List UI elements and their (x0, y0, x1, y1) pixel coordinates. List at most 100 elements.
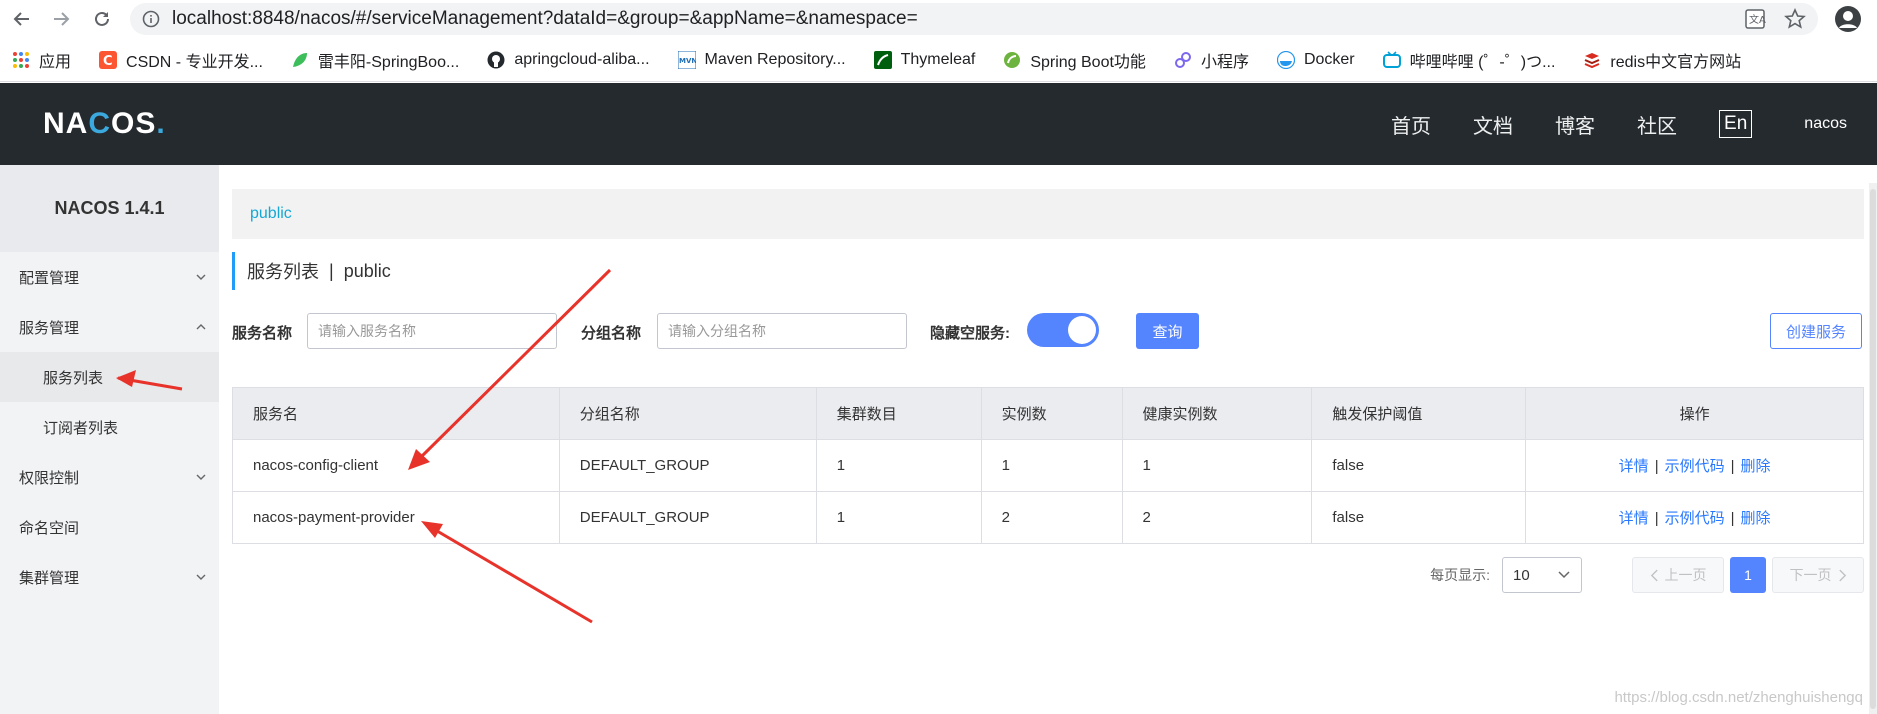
delete-link[interactable]: 删除 (1741, 510, 1771, 527)
detail-link[interactable]: 详情 (1619, 458, 1649, 475)
bookmark-thymeleaf[interactable]: Thymeleaf (873, 50, 975, 69)
sidebar-item-service-list[interactable]: 服务列表 (0, 352, 219, 402)
logo-part: OS (111, 107, 157, 140)
detail-link[interactable]: 详情 (1619, 510, 1649, 527)
sidebar-item-label: 权限控制 (19, 469, 80, 487)
bookmark-springboot[interactable]: Spring Boot功能 (1003, 48, 1146, 72)
cell-operations: 详情 | 示例代码 | 删除 (1525, 439, 1864, 492)
bookmark-label: 小程序 (1200, 53, 1249, 71)
create-service-button[interactable]: 创建服务 (1770, 313, 1862, 349)
info-icon[interactable] (142, 10, 160, 28)
scrollbar-thumb[interactable] (1870, 189, 1876, 709)
bookmark-leifengyang[interactable]: 雷丰阳-SpringBoo... (291, 48, 459, 72)
logo-part: C (88, 107, 112, 140)
nav-blog[interactable]: 博客 (1555, 110, 1595, 139)
next-page-button[interactable]: 下一页 (1772, 557, 1864, 593)
chevron-up-icon (196, 324, 206, 330)
sample-code-link[interactable]: 示例代码 (1665, 458, 1725, 475)
user-name[interactable]: nacos (1804, 115, 1847, 133)
nav-docs[interactable]: 文档 (1473, 110, 1513, 139)
cell-threshold: false (1311, 491, 1527, 544)
bookmark-miniprogram[interactable]: 小程序 (1174, 48, 1249, 72)
group-name-input[interactable] (657, 313, 907, 349)
page-size-value: 10 (1513, 566, 1530, 584)
address-bar[interactable]: localhost:8848/nacos/#/serviceManagement… (130, 3, 1818, 35)
chevron-left-icon (1650, 569, 1658, 581)
sidebar-item-namespace[interactable]: 命名空间 (0, 502, 219, 552)
sidebar-item-service[interactable]: 服务管理 (0, 302, 219, 352)
language-toggle[interactable]: En (1719, 110, 1753, 138)
col-cluster-count: 集群数目 (815, 387, 982, 440)
filter-bar: 服务名称 分组名称 隐藏空服务: 查询 创建服务 (232, 313, 1864, 349)
sidebar: NACOS 1.4.1 配置管理 服务管理 服务列表 订阅者列表 权限控制 命名… (0, 165, 219, 714)
query-button[interactable]: 查询 (1136, 313, 1199, 349)
cell-threshold: false (1311, 439, 1527, 492)
bookmark-label: Maven Repository... (704, 50, 846, 68)
sidebar-item-config[interactable]: 配置管理 (0, 252, 219, 302)
col-threshold: 触发保护阈值 (1311, 387, 1527, 440)
sidebar-item-label: 服务管理 (19, 319, 80, 337)
reload-icon[interactable] (89, 6, 115, 32)
delete-link[interactable]: 删除 (1741, 458, 1771, 475)
nav-home[interactable]: 首页 (1391, 110, 1431, 139)
sidebar-item-cluster[interactable]: 集群管理 (0, 552, 219, 602)
bookmark-redis[interactable]: redis中文官方网站 (1583, 48, 1741, 72)
ops-separator: | (1654, 510, 1659, 527)
service-name-input[interactable] (307, 313, 557, 349)
namespace-bar: public (232, 189, 1864, 239)
cell-instances: 1 (980, 439, 1123, 492)
namespace-tab-public[interactable]: public (250, 205, 292, 223)
hide-empty-toggle[interactable] (1027, 313, 1099, 347)
chevron-right-icon (1838, 569, 1846, 581)
main-content: public 服务列表 | public 服务名称 分组名称 隐藏空服务: 查询… (219, 165, 1877, 714)
cell-group: DEFAULT_GROUP (558, 439, 817, 492)
github-icon (487, 51, 505, 69)
bookmark-label: CSDN - 专业开发... (126, 53, 263, 71)
profile-avatar-icon[interactable] (1834, 5, 1862, 33)
group-name-label: 分组名称 (581, 325, 642, 342)
ops-separator: | (1730, 510, 1735, 527)
bookmark-label: apringcloud-aliba... (514, 50, 650, 68)
current-page-button[interactable]: 1 (1730, 557, 1766, 593)
col-operations: 操作 (1525, 387, 1864, 440)
page-title: 服务列表 | public (232, 252, 391, 290)
redis-icon (1583, 51, 1601, 69)
next-page-label: 下一页 (1789, 567, 1832, 583)
cell-operations: 详情 | 示例代码 | 删除 (1525, 491, 1864, 544)
bookmark-maven[interactable]: MVN Maven Repository... (677, 50, 846, 69)
bookmark-star-icon[interactable] (1784, 8, 1806, 30)
logo-part: . (156, 107, 166, 140)
prev-page-button[interactable]: 上一页 (1632, 557, 1724, 593)
back-icon[interactable] (9, 6, 35, 32)
chevron-down-icon (196, 574, 206, 580)
svg-text:C: C (103, 54, 113, 69)
nav-community[interactable]: 社区 (1637, 110, 1677, 139)
mvn-icon: MVN (677, 50, 696, 69)
sample-code-link[interactable]: 示例代码 (1665, 510, 1725, 527)
col-service-name: 服务名 (232, 387, 560, 440)
bookmark-bilibili[interactable]: 哔哩哔哩 (゜-゜)つ... (1382, 48, 1555, 72)
bookmark-apps[interactable]: 应用 (12, 48, 71, 72)
bookmark-csdn[interactable]: C CSDN - 专业开发... (99, 48, 263, 72)
translate-icon[interactable]: 文A (1744, 8, 1766, 30)
thymeleaf-icon (873, 50, 892, 69)
sidebar-item-label: 命名空间 (19, 519, 80, 537)
forward-icon[interactable] (48, 6, 74, 32)
service-table: 服务名 分组名称 集群数目 实例数 健康实例数 触发保护阈值 操作 nacos-… (232, 387, 1864, 544)
table-row: nacos-config-client DEFAULT_GROUP 1 1 1 … (232, 439, 1864, 492)
sidebar-item-auth[interactable]: 权限控制 (0, 452, 219, 502)
ops-separator: | (1654, 458, 1659, 475)
bookmark-docker[interactable]: Docker (1276, 50, 1355, 69)
bookmarks-bar: 应用 C CSDN - 专业开发... 雷丰阳-SpringBoo... apr… (0, 38, 1877, 82)
chevron-down-icon (1558, 571, 1570, 579)
chevron-down-icon (196, 274, 206, 280)
hide-empty-label: 隐藏空服务: (930, 325, 1010, 342)
bookmark-github[interactable]: apringcloud-aliba... (487, 50, 650, 69)
csdn-icon: C (99, 50, 118, 69)
nacos-logo[interactable]: NACOS. (43, 107, 166, 141)
sidebar-item-subscribers[interactable]: 订阅者列表 (0, 402, 219, 452)
leaf-icon (291, 51, 309, 69)
apps-grid-icon (12, 51, 30, 69)
page-size-select[interactable]: 10 (1502, 557, 1582, 593)
sidebar-item-label: 订阅者列表 (43, 419, 119, 437)
